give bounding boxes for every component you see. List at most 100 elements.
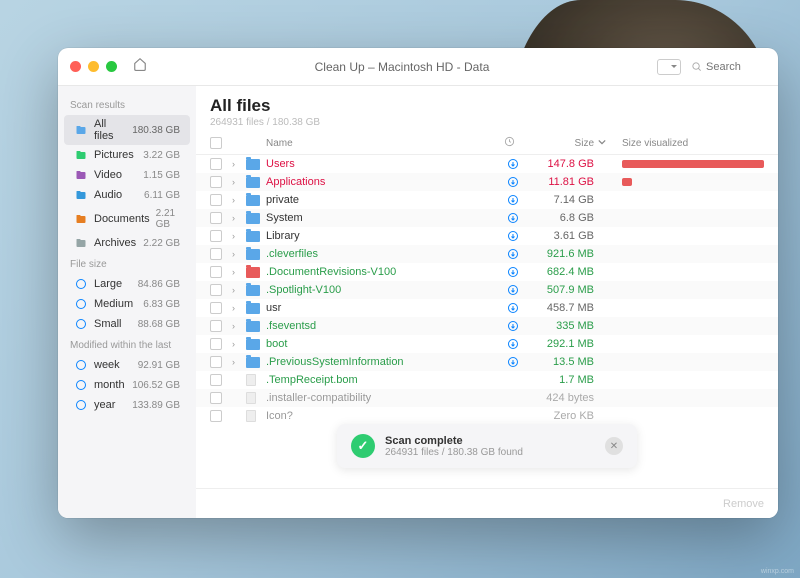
- expand-icon[interactable]: ›: [232, 177, 242, 187]
- table-row[interactable]: ›private7.14 GB: [196, 191, 778, 209]
- select-all-checkbox[interactable]: [210, 137, 222, 149]
- cloud-download-icon[interactable]: [506, 229, 520, 243]
- expand-icon[interactable]: ›: [232, 231, 242, 241]
- table-row[interactable]: ›System6.8 GB: [196, 209, 778, 227]
- row-checkbox[interactable]: [210, 176, 222, 188]
- row-checkbox[interactable]: [210, 284, 222, 296]
- col-name[interactable]: Name: [266, 138, 500, 149]
- row-checkbox[interactable]: [210, 266, 222, 278]
- table-row[interactable]: ›boot292.1 MB: [196, 335, 778, 353]
- table-row[interactable]: .installer-compatibility424 bytes: [196, 389, 778, 407]
- sidebar-item-size: 133.89 GB: [132, 400, 180, 411]
- expand-icon[interactable]: ›: [232, 249, 242, 259]
- row-checkbox[interactable]: [210, 212, 222, 224]
- table-row[interactable]: ›.cleverfiles921.6 MB: [196, 245, 778, 263]
- row-name: Icon?: [266, 410, 502, 422]
- table-row[interactable]: ›.DocumentRevisions-V100682.4 MB: [196, 263, 778, 281]
- folder-icon: [246, 267, 260, 278]
- sidebar-item-size: 84.86 GB: [138, 279, 180, 290]
- expand-icon[interactable]: ›: [232, 285, 242, 295]
- radio-icon: [74, 358, 88, 372]
- cloud-download-icon[interactable]: [506, 157, 520, 171]
- row-checkbox[interactable]: [210, 392, 222, 404]
- table-row[interactable]: ›Library3.61 GB: [196, 227, 778, 245]
- cloud-download-icon[interactable]: [506, 265, 520, 279]
- expand-icon[interactable]: ›: [232, 303, 242, 313]
- toast-close-button[interactable]: ✕: [605, 437, 623, 455]
- sidebar-item-audio[interactable]: Audio6.11 GB: [64, 185, 190, 205]
- sidebar-item-size: 2.22 GB: [143, 238, 180, 249]
- folder-icon: [246, 177, 260, 188]
- remove-button[interactable]: Remove: [723, 498, 764, 510]
- expand-icon[interactable]: ›: [232, 321, 242, 331]
- expand-icon[interactable]: ›: [232, 339, 242, 349]
- sidebar-item-video[interactable]: Video1.15 GB: [64, 165, 190, 185]
- table-row[interactable]: ›usr458.7 MB: [196, 299, 778, 317]
- row-name: Library: [266, 230, 502, 242]
- cloud-icon: [504, 136, 520, 150]
- row-checkbox[interactable]: [210, 230, 222, 242]
- sidebar-item-small[interactable]: Small88.68 GB: [64, 314, 190, 334]
- expand-icon[interactable]: ›: [232, 213, 242, 223]
- home-icon[interactable]: [133, 57, 147, 76]
- expand-icon[interactable]: ›: [232, 159, 242, 169]
- row-checkbox[interactable]: [210, 248, 222, 260]
- sidebar-item-pictures[interactable]: Pictures3.22 GB: [64, 145, 190, 165]
- row-checkbox[interactable]: [210, 374, 222, 386]
- table-row[interactable]: ›Users147.8 GB: [196, 155, 778, 173]
- row-checkbox[interactable]: [210, 320, 222, 332]
- view-mode-toggle[interactable]: [657, 59, 681, 75]
- row-checkbox[interactable]: [210, 302, 222, 314]
- expand-icon[interactable]: ›: [232, 195, 242, 205]
- minimize-window-button[interactable]: [88, 61, 99, 72]
- col-size[interactable]: Size: [524, 138, 594, 149]
- cloud-download-icon[interactable]: [506, 301, 520, 315]
- search-field[interactable]: [691, 61, 766, 73]
- sidebar-item-size: 180.38 GB: [132, 125, 180, 136]
- sidebar-item-month[interactable]: month106.52 GB: [64, 375, 190, 395]
- close-window-button[interactable]: [70, 61, 81, 72]
- sidebar-item-week[interactable]: week92.91 GB: [64, 355, 190, 375]
- folder-icon: [246, 159, 260, 170]
- table-row[interactable]: Icon?Zero KB: [196, 407, 778, 425]
- cloud-download-icon[interactable]: [506, 175, 520, 189]
- cloud-download-icon[interactable]: [506, 247, 520, 261]
- row-checkbox[interactable]: [210, 338, 222, 350]
- search-input[interactable]: [706, 61, 766, 73]
- row-size: 507.9 MB: [524, 284, 594, 296]
- row-name: .TempReceipt.bom: [266, 374, 502, 386]
- col-size-visualized[interactable]: Size visualized: [614, 138, 764, 149]
- sidebar-item-medium[interactable]: Medium6.83 GB: [64, 294, 190, 314]
- row-checkbox[interactable]: [210, 410, 222, 422]
- expand-icon[interactable]: ›: [232, 267, 242, 277]
- sidebar-item-label: year: [94, 399, 126, 411]
- sidebar-item-year[interactable]: year 133.89 GB: [64, 395, 190, 415]
- sidebar-item-documents[interactable]: Documents2.21 GB: [64, 205, 190, 233]
- maximize-window-button[interactable]: [106, 61, 117, 72]
- row-checkbox[interactable]: [210, 194, 222, 206]
- row-size: 424 bytes: [524, 392, 594, 404]
- sidebar-item-all-files[interactable]: All files180.38 GB: [64, 115, 190, 145]
- cloud-download-icon[interactable]: [506, 211, 520, 225]
- folder-icon: [246, 357, 260, 368]
- file-icon: [246, 410, 256, 422]
- table-row[interactable]: ›Applications11.81 GB: [196, 173, 778, 191]
- sidebar-item-large[interactable]: Large84.86 GB: [64, 274, 190, 294]
- expand-icon[interactable]: ›: [232, 357, 242, 367]
- table-row[interactable]: ›.fseventsd335 MB: [196, 317, 778, 335]
- table-row[interactable]: .TempReceipt.bom1.7 MB: [196, 371, 778, 389]
- folder-icon: [246, 339, 260, 350]
- success-check-icon: ✓: [351, 434, 375, 458]
- row-checkbox[interactable]: [210, 356, 222, 368]
- table-row[interactable]: ›.Spotlight-V100507.9 MB: [196, 281, 778, 299]
- cloud-download-icon[interactable]: [506, 193, 520, 207]
- cloud-download-icon[interactable]: [506, 355, 520, 369]
- sidebar-item-archives[interactable]: Archives2.22 GB: [64, 233, 190, 253]
- cloud-download-icon[interactable]: [506, 283, 520, 297]
- radio-icon: [74, 297, 88, 311]
- folder-icon: [246, 213, 260, 224]
- cloud-download-icon[interactable]: [506, 319, 520, 333]
- row-checkbox[interactable]: [210, 158, 222, 170]
- table-row[interactable]: ›.PreviousSystemInformation13.5 MB: [196, 353, 778, 371]
- cloud-download-icon[interactable]: [506, 337, 520, 351]
